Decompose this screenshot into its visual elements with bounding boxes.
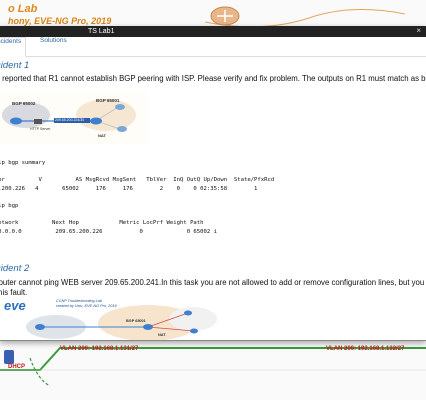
router-r1-icon xyxy=(90,117,102,125)
incident-content: cident 1 s reported that R1 cannot estab… xyxy=(0,57,426,340)
dhcp-label: DHCP xyxy=(8,364,26,370)
nat-label: NAT xyxy=(98,133,106,138)
incident-1-topology: BGP 65002 BGP 65001 209.65.200.224/30 HT… xyxy=(0,93,146,145)
background-router-icon xyxy=(205,6,405,28)
incident-2-heading: cident 2 xyxy=(0,263,30,274)
incident-2-description-line2: this fault. xyxy=(0,288,28,297)
caption-line2: created by Uxiu, EVE-NG Pro, 2019 xyxy=(56,304,117,308)
router-isp-icon xyxy=(10,117,22,125)
vlan-label-right: VLAN 200: 192.168.1.132/27 xyxy=(326,346,405,352)
http-server-label: HTTP Server xyxy=(30,127,51,131)
nat-label-2: NAT xyxy=(158,333,166,337)
incident-2-description-line1: router cannot ping WEB server 209.65.200… xyxy=(0,278,426,287)
window-titlebar[interactable]: TS Lab1 × xyxy=(0,26,426,37)
bgp-label: BGP 65001 xyxy=(126,319,146,323)
incident-1-heading: cident 1 xyxy=(0,60,30,71)
lab-window: TS Lab1 × ncidents Solutions cident 1 s … xyxy=(0,26,426,341)
incident-1-description: s reported that R1 cannot establish BGP … xyxy=(0,74,426,83)
bgp-right-label: BGP 65001 xyxy=(96,98,120,103)
window-title: TS Lab1 xyxy=(88,28,115,35)
caption-line1: CCNP Troubleshooting Lab xyxy=(56,299,103,303)
tab-bar: ncidents Solutions xyxy=(0,37,426,57)
lab-title: o Lab xyxy=(8,3,38,15)
close-icon[interactable]: × xyxy=(416,26,421,35)
vlan-label-left: VLAN 200: 192.168.1.131/27 xyxy=(60,346,139,352)
incident-1-cli-output: sh ip bgp summary ghbor V AS MsgRcvd Msg… xyxy=(0,160,275,235)
lab-subtitle: hony, EVE-NG Pro, 2019 xyxy=(8,16,112,26)
tab-solutions[interactable]: Solutions xyxy=(36,37,71,57)
bgp-left-label: BGP 65002 xyxy=(12,101,36,106)
eve-logo: eve xyxy=(4,298,26,313)
incident-2-topology: eve CCNP Troubleshooting Lab created by … xyxy=(0,297,222,340)
tab-incidents[interactable]: ncidents xyxy=(0,37,27,57)
link-label: 209.65.200.224/30 xyxy=(55,118,85,122)
